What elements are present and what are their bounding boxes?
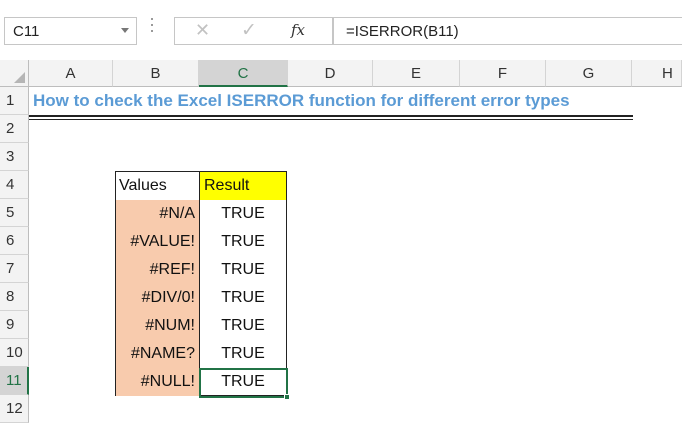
column-header-h[interactable]: H [632,60,682,87]
formula-bar-controls: ✕ ✓ fx [174,17,333,45]
result-cell[interactable]: TRUE [200,256,286,284]
value-cell[interactable]: #NAME? [116,340,199,368]
column-header-f[interactable]: F [460,60,546,87]
result-cell[interactable]: TRUE [200,340,286,368]
table-header-result[interactable]: Result [200,172,286,200]
row-header-8[interactable]: 8 [0,283,29,311]
chevron-down-icon[interactable] [121,28,129,33]
title-double-underline-top [29,115,633,117]
result-cell[interactable]: TRUE [200,200,286,228]
active-cell-selection [199,368,288,398]
name-box-value: C11 [13,23,40,40]
column-header-d[interactable]: D [288,60,373,87]
sheet-title[interactable]: How to check the Excel ISERROR function … [33,87,570,115]
column-header-g[interactable]: G [546,60,632,87]
column-header-e[interactable]: E [373,60,460,87]
column-header-c[interactable]: C [199,60,288,87]
insert-function-icon[interactable]: fx [291,21,305,39]
name-box[interactable]: C11 [4,17,137,45]
cancel-icon[interactable]: ✕ [195,20,210,41]
enter-check-icon[interactable]: ✓ [241,19,257,42]
row-header-9[interactable]: 9 [0,311,29,339]
value-cell[interactable]: #NULL! [116,368,199,396]
title-double-underline-bottom [29,119,633,120]
select-all-icon [14,72,25,83]
formula-input[interactable]: =ISERROR(B11) [333,17,682,45]
fill-handle[interactable] [284,394,290,400]
row-header-6[interactable]: 6 [0,227,29,255]
row-header-5[interactable]: 5 [0,199,29,227]
row-header-10[interactable]: 10 [0,339,29,367]
row-header-4[interactable]: 4 [0,171,29,199]
formula-text: =ISERROR(B11) [346,23,459,40]
value-cell[interactable]: #NUM! [116,312,199,340]
row-header-11[interactable]: 11 [0,367,29,395]
result-cell[interactable]: TRUE [200,284,286,312]
row-header-2[interactable]: 2 [0,115,29,143]
column-header-a[interactable]: A [29,60,113,87]
select-all-button[interactable] [0,60,29,87]
formula-bar-grip-icon[interactable] [150,18,154,42]
column-header-b[interactable]: B [113,60,199,87]
value-cell[interactable]: #DIV/0! [116,284,199,312]
worksheet-grid: A B C D E F G H 1 2 3 4 5 6 7 8 9 10 11 … [0,60,682,431]
formula-bar: C11 ✕ ✓ fx =ISERROR(B11) [0,0,682,60]
value-cell[interactable]: #REF! [116,256,199,284]
table-column-divider [199,171,200,396]
value-cell[interactable]: #N/A [116,200,199,228]
result-cell[interactable]: TRUE [200,228,286,256]
value-cell[interactable]: #VALUE! [116,228,199,256]
row-header-1[interactable]: 1 [0,87,29,115]
row-header-7[interactable]: 7 [0,255,29,283]
row-header-12[interactable]: 12 [0,395,29,423]
result-cell[interactable]: TRUE [200,312,286,340]
table-header-values[interactable]: Values [116,172,199,200]
row-header-3[interactable]: 3 [0,143,29,171]
